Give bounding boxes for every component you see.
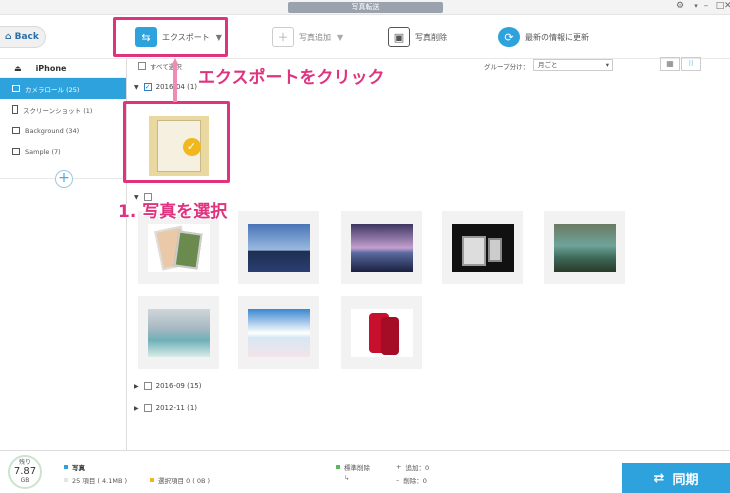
group-checkbox[interactable] xyxy=(143,382,152,390)
settings-icon[interactable]: ⚙ xyxy=(672,1,688,11)
photo-thumbnail[interactable] xyxy=(238,296,319,369)
photo-image xyxy=(247,308,310,357)
sync-icon: ⇄ xyxy=(653,470,665,486)
photo-thumbnail[interactable] xyxy=(238,211,319,284)
collapse-icon: ▼ xyxy=(134,83,139,91)
storage-label: 残り xyxy=(18,459,31,466)
group-header-2016-09[interactable]: ▶ 2016-09 (15) xyxy=(134,382,201,390)
large-grid-view-button[interactable]: ▦ xyxy=(660,57,680,71)
close-button[interactable]: ✕ xyxy=(724,1,730,11)
refresh-label: 最新の情報に更新 xyxy=(525,32,589,42)
expand-icon: ▶ xyxy=(134,382,139,390)
delete-photo-button[interactable]: ▣ 写真削除 xyxy=(388,15,447,59)
photo-thumbnail[interactable] xyxy=(442,211,523,284)
back-button[interactable]: ⌂ Back xyxy=(0,26,46,48)
toolbar: ⌂ Back ⇆ エクスポート ▼ ＋ 写真追加 ▼ ▣ 写真削除 ⟳ 最新の情… xyxy=(0,15,730,59)
photo-image xyxy=(553,223,616,272)
photo-thumbnail[interactable] xyxy=(138,296,219,369)
return-arrow-icon: ↳ xyxy=(344,474,350,482)
storage-value: 7.87 xyxy=(13,466,37,477)
photo-image xyxy=(147,223,210,272)
group-by-select[interactable]: 月ごと ▾ xyxy=(533,59,613,71)
photo-highlight-box xyxy=(123,101,230,183)
sidebar-item-label: カメラロール (25) xyxy=(25,85,80,94)
delete-icon: ▣ xyxy=(388,27,410,47)
storage-unit: GB xyxy=(20,477,30,484)
refresh-icon: ⟳ xyxy=(498,27,520,47)
photo-image xyxy=(247,223,310,272)
export-highlight-box xyxy=(113,17,228,57)
items-info: 25 項目 ( 4.1MB ) xyxy=(64,475,127,485)
storage-indicator: 残り 7.87 GB xyxy=(8,455,42,489)
lock-icon xyxy=(12,85,20,92)
group-label: 2012-11 (1) xyxy=(155,404,198,412)
sync-flag: 標準削除 xyxy=(336,462,370,472)
phone-icon xyxy=(12,105,18,114)
delete-photo-label: 写真削除 xyxy=(415,32,447,42)
sync-label: 同期 xyxy=(672,472,699,488)
photo-thumbnail[interactable] xyxy=(341,296,422,369)
photo-image xyxy=(147,308,210,357)
export-instruction: エクスポートをクリック xyxy=(198,68,385,88)
eject-icon: ⏏ xyxy=(14,63,22,73)
arrow-up-icon xyxy=(171,58,179,66)
sidebar-item-camera-roll[interactable]: カメラロール (25) xyxy=(0,78,126,99)
add-photo-icon: ＋ xyxy=(272,27,294,47)
selected-info: 選択項目 0 ( 0B ) xyxy=(150,475,210,485)
group-by-label: グループ分け： xyxy=(484,63,530,71)
home-icon: ⌂ xyxy=(5,32,12,42)
photo-image xyxy=(350,223,413,272)
add-dropdown-icon[interactable]: ▼ xyxy=(337,33,343,42)
sidebar-item-sample[interactable]: Sample (7) xyxy=(0,141,126,162)
sidebar-item-label: Background (34) xyxy=(25,126,80,135)
back-label: Back xyxy=(14,32,39,42)
photo-image xyxy=(350,308,413,357)
sidebar-item-label: Sample (7) xyxy=(25,147,61,156)
arrow-line xyxy=(173,66,177,102)
sidebar: ⏏ iPhone カメラロール (25) スクリーンショット (1) Backgr… xyxy=(0,59,127,450)
category-swatch xyxy=(64,465,68,469)
category-label: 写真 xyxy=(64,462,85,472)
sidebar-item-label: スクリーンショット (1) xyxy=(23,106,93,115)
group-checkbox[interactable] xyxy=(143,404,152,412)
group-by-value: 月ごと xyxy=(538,61,558,69)
add-photo-label: 写真追加 xyxy=(299,32,331,42)
add-album-button[interactable]: + xyxy=(55,170,73,188)
group-header-2016-04[interactable]: ▼ ✓ 2016-04 (1) xyxy=(134,83,197,91)
add-photo-button[interactable]: ＋ 写真追加 ▼ xyxy=(272,15,343,59)
album-icon xyxy=(12,127,20,134)
group-header-2012-11[interactable]: ▶ 2012-11 (1) xyxy=(134,404,197,412)
sidebar-item-background[interactable]: Background (34) xyxy=(0,120,126,141)
select-instruction: 1. 写真を選択 xyxy=(118,202,228,222)
small-grid-view-button[interactable]: ⁝⁝ xyxy=(681,57,701,71)
chevron-down-icon: ▾ xyxy=(605,61,609,69)
add-count: + 追加：0 xyxy=(396,463,430,472)
window-title: 写真転送 xyxy=(288,2,443,13)
expand-icon: ▶ xyxy=(134,404,139,412)
photo-image xyxy=(451,223,514,272)
photo-thumbnail[interactable] xyxy=(341,211,422,284)
group-label: 2016-09 (15) xyxy=(155,382,202,390)
sidebar-item-screenshots[interactable]: スクリーンショット (1) xyxy=(0,99,126,120)
album-icon xyxy=(12,148,20,155)
device-name: iPhone xyxy=(35,63,67,73)
photo-thumbnail[interactable] xyxy=(544,211,625,284)
group-checkbox[interactable]: ✓ xyxy=(143,83,152,91)
delete-count: – 削除：0 xyxy=(396,476,427,485)
title-bar: 写真転送 ⚙ ▾ – □ ✕ xyxy=(0,0,730,15)
device-header[interactable]: ⏏ iPhone xyxy=(0,59,126,78)
sync-button[interactable]: ⇄ 同期 xyxy=(622,463,730,493)
refresh-button[interactable]: ⟳ 最新の情報に更新 xyxy=(498,15,589,59)
status-bar: 残り 7.87 GB 写真 25 項目 ( 4.1MB ) 選択項目 0 ( 0… xyxy=(0,450,730,493)
